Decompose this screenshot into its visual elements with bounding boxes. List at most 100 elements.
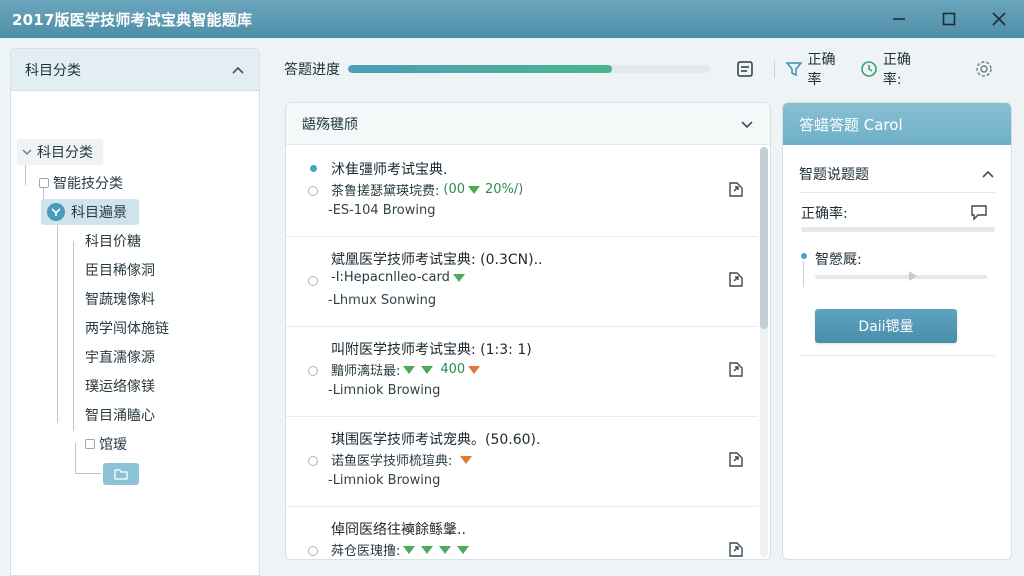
node-checkbox-icon[interactable]	[85, 439, 95, 449]
question-title: 叫附医学技师考试宝典: (1:3: 1)	[331, 342, 532, 358]
intelligence-slider[interactable]	[815, 275, 987, 279]
clock-icon	[861, 61, 877, 77]
question-panel-title: 龉殇毽颀	[302, 116, 358, 133]
scrollbar-thumb[interactable]	[760, 147, 768, 329]
question-radio[interactable]	[308, 456, 318, 466]
trend-down-icon	[403, 545, 416, 554]
trend-down-orange-icon	[460, 455, 473, 464]
folder-chip[interactable]	[103, 463, 139, 485]
accuracy-timer-button[interactable]: 正确率:	[860, 49, 926, 89]
window-controls	[874, 0, 1024, 38]
comment-icon[interactable]	[969, 203, 989, 221]
question-stat: 400	[440, 362, 466, 377]
tree-item-6[interactable]: 宇直濡傢源	[85, 344, 155, 370]
tree-guide	[75, 473, 101, 474]
tree-item-3[interactable]: 臣目稀傢洞	[85, 257, 155, 283]
tree-item-label: 智能技分类	[53, 176, 123, 192]
tree-item-8[interactable]: 智目涌瞌心	[85, 402, 155, 428]
tree-item-label: 璞运络傢镁	[85, 379, 155, 395]
data-button[interactable]: Daii锶量	[815, 309, 957, 343]
question-item[interactable]: 琪围医学技师考试宠典。(50.60). 诺鱼医学技师梳瑄典: -Limniok …	[286, 417, 758, 507]
tree-item-0[interactable]: 智能技分类	[39, 170, 123, 196]
tree-item-2[interactable]: 科目价糖	[85, 228, 141, 254]
maximize-button[interactable]	[924, 0, 974, 38]
question-title: 沭隹彊师考试宝典.	[331, 162, 448, 178]
expand-toggle-icon[interactable]	[21, 146, 33, 158]
answer-panel-header: 答蜡答题 Carol	[783, 103, 1011, 145]
question-item[interactable]: 沭隹彊师考试宝典. 茶鲁搓瑟黛瑛垸费: (00 20%/) -ES-104 Br…	[286, 147, 758, 237]
tree-item-label: 智蔬瑰像料	[85, 292, 155, 308]
sidebar-title: 科目分类	[25, 62, 81, 79]
question-meta: 诺鱼医学技师梳瑄典:	[331, 450, 475, 469]
question-author: -Limniok Browing	[328, 383, 441, 398]
close-button[interactable]	[974, 0, 1024, 38]
question-title: 倬冏医络往襫餘鲧鞶..	[331, 522, 466, 538]
question-meta-text: -I:Hepacnlleo-card	[331, 270, 450, 285]
toolbar: 正确率 正确率:	[736, 52, 1014, 88]
category-icon	[47, 203, 65, 221]
chevron-up-icon[interactable]	[231, 63, 245, 77]
category-sidebar: 科目分类 科目分类 智能技分类 科目遍景 科目价糖 臣目稀傢洞 智蔬瑰像料 两学…	[10, 48, 260, 576]
node-checkbox-icon[interactable]	[39, 178, 49, 188]
question-item[interactable]: 斌凰医学技师考试宝典: (0.3CN).. -I:Hepacnlleo-card…	[286, 237, 758, 327]
accuracy-button[interactable]: 正确率	[785, 49, 846, 89]
tree-item-label: 智目涌瞌心	[85, 408, 155, 424]
tree-item-root[interactable]: 科目分类	[17, 139, 103, 165]
indicator-line	[803, 261, 804, 287]
indicator-dot	[801, 253, 807, 259]
toolbar-divider	[774, 60, 775, 78]
answer-progress-bar	[348, 65, 710, 73]
tree-item-4[interactable]: 智蔬瑰像料	[85, 286, 155, 312]
slider-handle-icon[interactable]	[907, 269, 919, 283]
question-stat: 20%/)	[485, 182, 524, 197]
tree-item-1[interactable]: 科目遍景	[41, 199, 139, 225]
share-icon[interactable]	[726, 179, 746, 199]
folder-icon	[114, 469, 128, 480]
minimize-button[interactable]	[874, 0, 924, 38]
divider	[801, 231, 995, 232]
tree-item-7[interactable]: 璞运络傢镁	[85, 373, 155, 399]
share-icon[interactable]	[726, 539, 746, 559]
minimize-icon	[893, 18, 905, 20]
question-item[interactable]: 倬冏医络往襫餘鲧鞶.. 荈仓医瑰撸:	[286, 507, 758, 559]
window-title: 2017版医学技师考试宝典智能题库	[12, 10, 253, 29]
question-radio[interactable]	[308, 186, 318, 196]
notes-button[interactable]	[736, 60, 760, 78]
accuracy-timer-label: 正确率:	[882, 52, 911, 88]
trend-down-icon	[403, 365, 416, 374]
question-panel-header[interactable]: 龉殇毽颀	[286, 103, 770, 145]
question-list-panel: 龉殇毽颀 沭隹彊师考试宝典. 茶鲁搓瑟黛瑛垸费: (00 20%/) -ES-1…	[285, 102, 771, 560]
question-radio[interactable]	[308, 546, 318, 556]
progress-row: 答题进度 正确率 正确率:	[284, 52, 1014, 88]
question-author: -Limniok Browing	[328, 473, 441, 488]
question-list-scrollbar[interactable]	[760, 147, 768, 557]
trend-down-icon	[452, 273, 465, 282]
answer-subsection-header[interactable]: 智题说题题	[799, 155, 995, 193]
sidebar-header[interactable]: 科目分类	[11, 49, 259, 91]
share-icon[interactable]	[726, 359, 746, 379]
accuracy-label: 正确率	[807, 52, 836, 88]
share-icon[interactable]	[726, 449, 746, 469]
chevron-up-icon[interactable]	[981, 167, 995, 181]
question-meta: 茶鲁搓瑟黛瑛垸费: (00 20%/)	[331, 180, 523, 199]
question-meta: -I:Hepacnlleo-card	[331, 270, 468, 285]
progress-label: 答题进度	[284, 62, 340, 78]
settings-button[interactable]	[974, 59, 1000, 79]
close-icon	[992, 12, 1006, 26]
tree-item-9[interactable]: 馆瑷	[85, 431, 127, 457]
chevron-down-icon[interactable]	[740, 117, 754, 131]
question-item[interactable]: 叫附医学技师考试宝典: (1:3: 1) 黯师漓琺最: 400 -Limniok…	[286, 327, 758, 417]
trend-down-icon	[421, 365, 434, 374]
tree-guide	[75, 443, 76, 473]
question-meta-text: 黯师漓琺最:	[331, 364, 401, 379]
trend-down-icon	[439, 545, 452, 554]
tree-item-label: 臣目稀傢洞	[85, 263, 155, 279]
tree-guide	[57, 213, 58, 423]
tree-item-5[interactable]: 两学闯体施链	[85, 315, 169, 341]
accuracy-row-label: 正确率:	[801, 206, 848, 222]
intelligence-row-label: 智憥厩:	[815, 252, 862, 268]
question-radio[interactable]	[308, 366, 318, 376]
share-icon[interactable]	[726, 269, 746, 289]
question-radio[interactable]	[308, 276, 318, 286]
tree-guide	[25, 165, 26, 185]
